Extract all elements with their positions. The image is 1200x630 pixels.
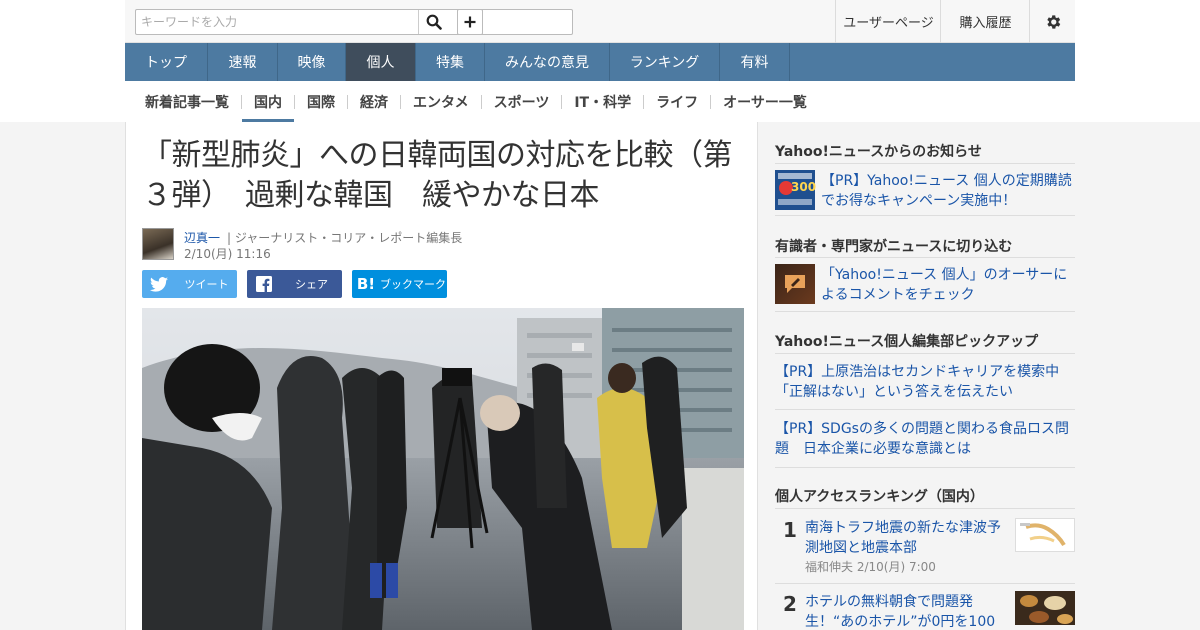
subnav-economy[interactable]: 経済 — [348, 81, 400, 122]
nav-feature[interactable]: 特集 — [416, 43, 485, 81]
nav-ranking[interactable]: ランキング — [610, 43, 720, 81]
nav-opinions[interactable]: みんなの意見 — [485, 43, 610, 81]
divider — [775, 353, 1075, 354]
purchase-history-link[interactable]: 購入履歴 — [940, 0, 1030, 43]
notice-heading: Yahoo!ニュースからのお知らせ — [775, 144, 982, 160]
divider — [775, 311, 1075, 312]
nav-video[interactable]: 映像 — [278, 43, 346, 81]
author-title: | ジャーナリスト・コリア・レポート編集長 — [227, 231, 463, 245]
experts-thumbnail[interactable] — [775, 264, 815, 304]
search-button[interactable] — [418, 10, 448, 34]
subnav-latest[interactable]: 新着記事一覧 — [133, 81, 241, 122]
subnav-life[interactable]: ライフ — [644, 81, 710, 122]
subnav-it-science[interactable]: IT・科学 — [562, 81, 643, 122]
search-box — [135, 9, 573, 35]
subnav-authors[interactable]: オーサー一覧 — [711, 81, 819, 122]
nav-breaking[interactable]: 速報 — [208, 43, 278, 81]
rank-number: 2 — [783, 592, 797, 616]
divider — [775, 163, 1075, 164]
settings-button[interactable] — [1029, 0, 1075, 43]
divider — [775, 508, 1075, 509]
ranking-thumbnail[interactable] — [1015, 518, 1075, 552]
sub-nav: 新着記事一覧 国内 国際 経済 エンタメ スポーツ IT・科学 ライフ オーサー… — [125, 81, 1075, 122]
experts-heading: 有識者・専門家がニュースに切り込む — [775, 239, 1013, 255]
user-page-link[interactable]: ユーザーページ — [835, 0, 941, 43]
campaign-link[interactable]: 【PR】Yahoo!ニュース 個人の定期購読でお得なキャンペーン実施中！ — [821, 171, 1075, 211]
article-photo — [142, 308, 744, 630]
author-name-link[interactable]: 辺真一 — [184, 229, 220, 246]
divider — [775, 409, 1075, 410]
ranking-title-link[interactable]: ホテルの無料朝食で問題発生！“あのホテル”が0円を100円 — [805, 592, 1005, 630]
subnav-world[interactable]: 国際 — [295, 81, 347, 122]
ranking-thumbnail[interactable] — [1015, 591, 1075, 625]
nav-paid[interactable]: 有料 — [720, 43, 790, 81]
tweet-button[interactable]: ツイート — [142, 270, 237, 298]
nav-individual[interactable]: 個人 — [346, 43, 416, 81]
ranking-title-link[interactable]: 南海トラフ地震の新たな津波予測地図と地震本部 — [805, 518, 1005, 558]
subnav-domestic[interactable]: 国内 — [242, 81, 294, 122]
search-input[interactable] — [136, 10, 418, 34]
sidebar: Yahoo!ニュースからのお知らせ 300 【PR】Yahoo!ニュース 個人の… — [775, 122, 1075, 630]
rank-number: 1 — [783, 518, 797, 542]
pickup-heading: Yahoo!ニュース個人編集部ピックアップ — [775, 334, 1039, 350]
hatena-bookmark-button[interactable]: B! ブックマーク — [352, 270, 447, 298]
hatena-bookmark-icon: B! — [356, 275, 376, 293]
hatena-bookmark-label: ブックマーク — [380, 278, 446, 291]
pickup-link[interactable]: 【PR】上原浩治はセカンドキャリアを模索中「正解はない」という答えを伝えたい — [775, 362, 1075, 402]
author-avatar[interactable] — [142, 228, 174, 260]
ranking-meta: 福和伸夫 2/10(月) 7:00 — [805, 560, 936, 574]
add-button[interactable] — [457, 9, 483, 35]
tweet-label: ツイート — [184, 278, 229, 291]
divider — [775, 583, 1075, 584]
nav-top[interactable]: トップ — [125, 43, 208, 81]
thumb-band — [778, 199, 812, 205]
facebook-share-label: シェア — [295, 278, 328, 291]
facebook-share-button[interactable]: シェア — [247, 270, 342, 298]
thumb-amount: 300 — [791, 180, 817, 194]
thumb-band — [778, 173, 812, 179]
divider — [775, 467, 1075, 468]
subnav-entertainment[interactable]: エンタメ — [401, 81, 481, 122]
experts-link[interactable]: 「Yahoo!ニュース 個人」のオーサーによるコメントをチェック — [821, 265, 1075, 305]
plus-icon — [464, 16, 476, 28]
comment-pen-icon — [785, 275, 805, 293]
ranking-heading: 個人アクセスランキング（国内） — [775, 489, 984, 505]
facebook-icon — [247, 276, 281, 292]
divider — [775, 215, 1075, 216]
subnav-sports[interactable]: スポーツ — [482, 81, 562, 122]
header-bar: ユーザーページ 購入履歴 — [125, 0, 1075, 43]
main-nav: トップ 速報 映像 個人 特集 みんなの意見 ランキング 有料 — [125, 43, 1075, 81]
article-title: 「新型肺炎」への日韓両国の対応を比較（第３弾） 過剰な韓国 緩やかな日本 — [142, 138, 733, 213]
pickup-link[interactable]: 【PR】SDGsの多くの問題と関わる食品ロス問題 日本企業に必要な意識とは — [775, 419, 1075, 459]
search-icon — [426, 14, 442, 30]
article-column: 「新型肺炎」への日韓両国の対応を比較（第３弾） 過剰な韓国 緩やかな日本 辺真一… — [125, 122, 758, 630]
divider — [775, 257, 1075, 258]
gear-icon — [1046, 14, 1060, 29]
campaign-thumbnail[interactable]: 300 — [775, 170, 817, 210]
publish-date: 2/10(月) 11:16 — [184, 247, 271, 261]
twitter-icon — [142, 276, 176, 292]
